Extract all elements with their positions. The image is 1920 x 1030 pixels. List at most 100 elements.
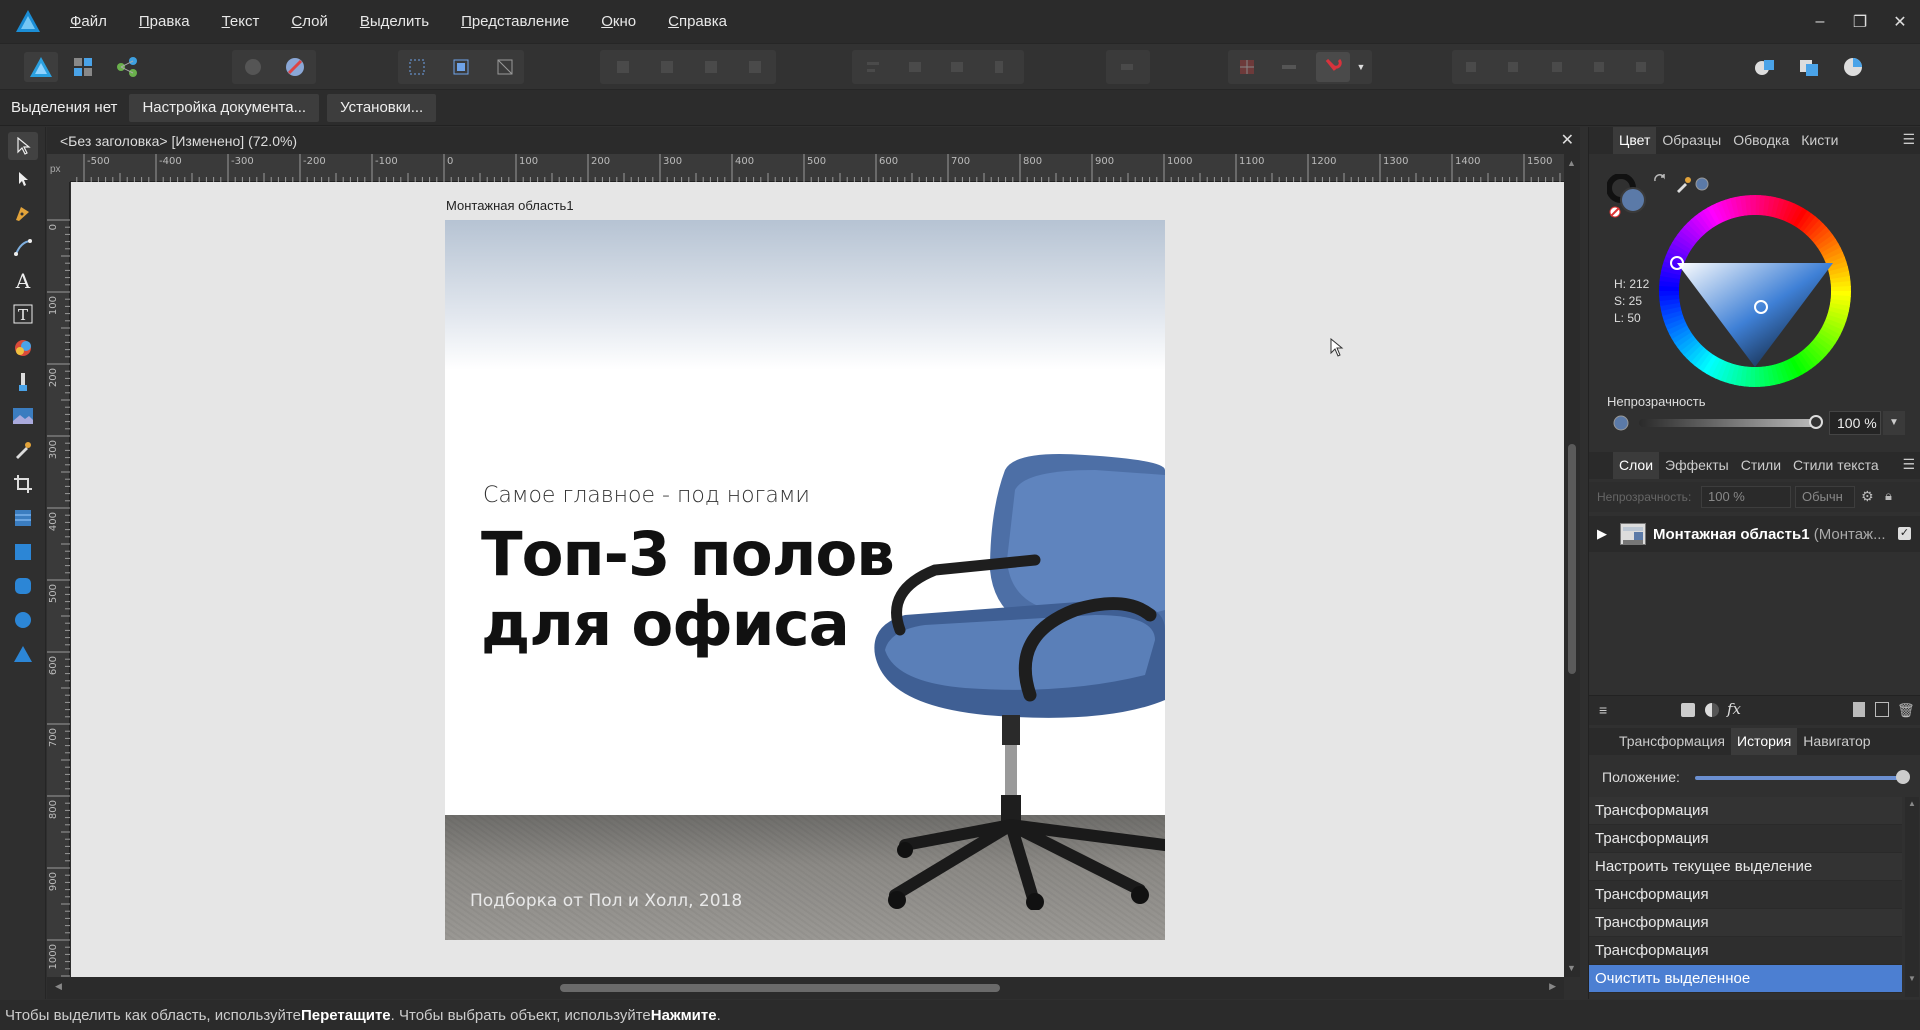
effects-fx-icon[interactable]: fx xyxy=(1727,700,1741,718)
tab-stroke[interactable]: Обводка xyxy=(1727,127,1795,154)
move-back-icon[interactable] xyxy=(650,52,684,82)
intersect-shape-icon[interactable] xyxy=(1540,52,1574,82)
divide-shape-icon[interactable] xyxy=(1624,52,1658,82)
history-scrollbar[interactable]: ▲ ▼ xyxy=(1905,797,1919,997)
panel-menu-icon[interactable]: ☰ xyxy=(1902,131,1915,148)
pencil-tool-icon[interactable] xyxy=(8,233,38,261)
snapping-magnet-button[interactable] xyxy=(1316,52,1350,82)
tab-brushes[interactable]: Кисти xyxy=(1795,127,1844,154)
subtract-shape-icon[interactable] xyxy=(1498,52,1532,82)
arrange-inside-icon[interactable] xyxy=(1836,52,1870,82)
align-icon[interactable] xyxy=(856,52,890,82)
artboard-label[interactable]: Монтажная область1 xyxy=(446,198,574,213)
blend-mode-select[interactable]: Обычн xyxy=(1795,486,1855,508)
fill-stroke-selector[interactable] xyxy=(1607,174,1651,220)
flip-horizontal-icon[interactable] xyxy=(898,52,932,82)
artboard-subtitle[interactable]: Самое главное - под ногами xyxy=(483,483,810,508)
history-position-slider[interactable] xyxy=(1695,776,1903,780)
eyedropper-tool-icon[interactable] xyxy=(8,436,38,464)
menu-layer[interactable]: Слой xyxy=(291,13,328,30)
snap-options-icon[interactable] xyxy=(1272,52,1306,82)
expand-layer-icon[interactable]: ▶ xyxy=(1597,526,1607,542)
snapshot-icon[interactable] xyxy=(278,52,312,82)
menu-select[interactable]: Выделить xyxy=(360,13,429,30)
crop-tool-icon[interactable] xyxy=(8,470,38,498)
menu-view[interactable]: Представление xyxy=(461,13,569,30)
minimize-button[interactable]: – xyxy=(1800,0,1840,43)
tab-history[interactable]: История xyxy=(1731,728,1798,755)
node-tool-icon[interactable] xyxy=(8,165,38,193)
opacity-dropdown-chevron-down-icon[interactable]: ▼ xyxy=(1883,411,1905,435)
artboard-headline[interactable]: Топ-3 полов для офиса xyxy=(481,520,895,660)
menu-text[interactable]: Текст xyxy=(222,13,260,30)
transparency-tool-icon[interactable] xyxy=(8,368,38,396)
history-position-handle[interactable] xyxy=(1896,770,1910,784)
move-tool-icon[interactable] xyxy=(8,132,38,160)
history-item-selected[interactable]: Очистить выделенное xyxy=(1589,965,1902,993)
frame-text-tool-icon[interactable]: T xyxy=(8,300,38,328)
add-shape-icon[interactable] xyxy=(1456,52,1490,82)
flip-vertical-icon[interactable] xyxy=(940,52,974,82)
close-document-icon[interactable]: ✕ xyxy=(1561,130,1574,150)
pixel-persona-button[interactable] xyxy=(66,52,100,82)
preferences-button[interactable]: Установки... xyxy=(327,93,437,122)
tab-navigator[interactable]: Навигатор xyxy=(1797,728,1876,755)
scroll-down-icon[interactable]: ▼ xyxy=(1567,963,1576,973)
mask-layer-icon[interactable] xyxy=(1681,703,1695,717)
artistic-text-tool-icon[interactable]: A xyxy=(8,267,38,295)
tab-styles[interactable]: Стили xyxy=(1735,452,1787,479)
scroll-up-icon[interactable]: ▲ xyxy=(1908,799,1916,808)
history-item[interactable]: Трансформация xyxy=(1589,797,1902,825)
ruler-unit[interactable]: px xyxy=(47,154,70,182)
menu-window[interactable]: Окно xyxy=(601,13,636,30)
layer-opacity-field[interactable]: 100 % xyxy=(1701,486,1791,508)
add-group-icon[interactable] xyxy=(1875,702,1889,717)
history-item[interactable]: Трансформация xyxy=(1589,825,1902,853)
opacity-slider-handle[interactable] xyxy=(1809,415,1823,429)
select-all-icon[interactable] xyxy=(400,52,434,82)
adjustment-icon[interactable] xyxy=(1705,703,1719,717)
history-item[interactable]: Трансформация xyxy=(1589,909,1902,937)
menu-file[interactable]: Файл xyxy=(70,13,107,30)
view-mode-icon[interactable] xyxy=(236,52,270,82)
ellipse-tool-icon[interactable] xyxy=(8,606,38,634)
triangle-tool-icon[interactable] xyxy=(8,640,38,668)
place-image-tool-icon[interactable] xyxy=(8,402,38,430)
hsl-color-wheel[interactable] xyxy=(1655,191,1855,391)
move-to-back-icon[interactable] xyxy=(606,52,640,82)
horizontal-scroll-thumb[interactable] xyxy=(560,984,1000,992)
menu-edit[interactable]: Правка xyxy=(139,13,190,30)
layer-row[interactable]: ▶ Монтажная область1 (Монтаж... ✓ xyxy=(1589,516,1920,552)
picked-color-swatch[interactable] xyxy=(1695,177,1709,191)
deselect-icon[interactable] xyxy=(444,52,478,82)
scroll-left-icon[interactable]: ◀ xyxy=(55,981,62,992)
opacity-color-swatch[interactable] xyxy=(1613,415,1629,431)
scroll-down-icon[interactable]: ▼ xyxy=(1908,974,1916,983)
rectangle-tool-icon[interactable] xyxy=(8,538,38,566)
history-item[interactable]: Трансформация xyxy=(1589,881,1902,909)
artboard[interactable]: Самое главное - под ногами Топ-3 полов д… xyxy=(445,220,1165,940)
add-pixel-layer-icon[interactable] xyxy=(1853,702,1865,717)
tab-color[interactable]: Цвет xyxy=(1613,127,1657,154)
lock-icon[interactable]: 🔒︎ xyxy=(1885,488,1892,504)
layer-settings-gear-icon[interactable]: ⚙ xyxy=(1861,488,1874,505)
insert-mode-icon[interactable] xyxy=(1110,52,1144,82)
designer-persona-button[interactable] xyxy=(24,52,58,82)
document-setup-button[interactable]: Настройка документа... xyxy=(129,93,320,122)
swap-colors-icon[interactable] xyxy=(1653,173,1667,187)
opacity-slider[interactable] xyxy=(1639,419,1817,427)
rounded-rectangle-tool-icon[interactable] xyxy=(8,572,38,600)
move-to-front-icon[interactable] xyxy=(738,52,772,82)
document-tab[interactable]: <Без заголовка> [Изменено] (72.0%) ✕ xyxy=(47,127,1580,154)
tab-transform[interactable]: Трансформация xyxy=(1613,728,1731,755)
arrange-back-icon[interactable] xyxy=(1792,52,1826,82)
restore-button[interactable]: ❐ xyxy=(1840,0,1880,43)
panel-menu-icon[interactable]: ☰ xyxy=(1902,456,1915,473)
menu-help[interactable]: Справка xyxy=(668,13,727,30)
scroll-up-icon[interactable]: ▲ xyxy=(1567,158,1576,168)
export-persona-button[interactable] xyxy=(110,52,144,82)
vertical-scrollbar[interactable]: ▲ ▼ xyxy=(1564,154,1580,977)
delete-layer-icon[interactable]: 🗑︎ xyxy=(1897,702,1915,719)
pen-tool-icon[interactable] xyxy=(8,199,38,227)
tab-effects[interactable]: Эффекты xyxy=(1659,452,1735,479)
